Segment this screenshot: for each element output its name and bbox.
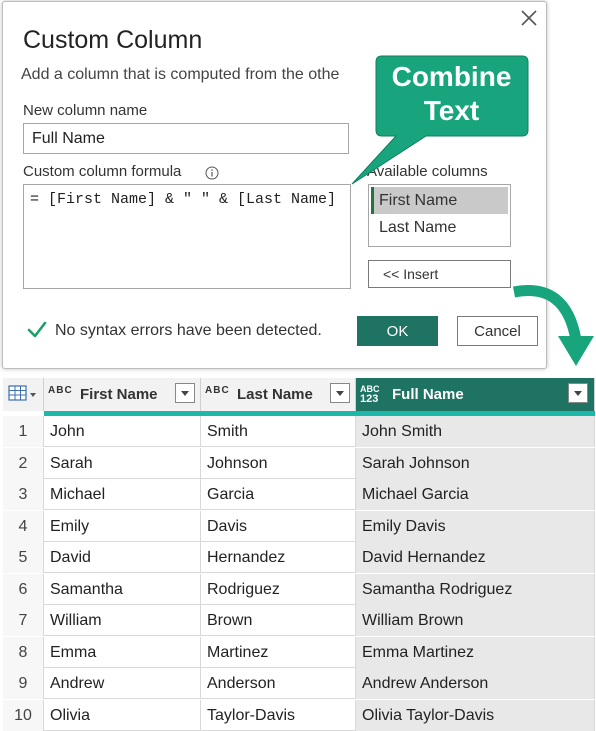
full-name-cell[interactable]: Michael Garcia — [356, 479, 595, 510]
row-number[interactable]: 9 — [3, 668, 44, 699]
table-row[interactable]: 4 Emily Davis Emily Davis — [3, 510, 595, 542]
full-name-cell[interactable]: Samantha Rodriguez — [356, 573, 595, 605]
table-row[interactable]: 2 Sarah Johnson Sarah Johnson — [3, 447, 595, 479]
last-name-cell[interactable]: Anderson — [201, 668, 356, 699]
formula-editor[interactable]: = [First Name] & " " & [Last Name] — [23, 184, 351, 289]
syntax-status: No syntax errors have been detected. — [55, 322, 322, 339]
column-header-label: Last Name — [237, 386, 313, 403]
new-column-name-input[interactable] — [23, 123, 349, 154]
column-header-first-name[interactable]: ABC First Name — [44, 378, 201, 411]
full-name-cell[interactable]: John Smith — [356, 416, 595, 447]
table-row[interactable]: 1 John Smith John Smith — [3, 416, 595, 447]
row-number[interactable]: 1 — [3, 416, 44, 447]
last-name-cell[interactable]: Smith — [201, 416, 356, 447]
dialog-title: Custom Column — [23, 26, 203, 54]
table-row[interactable]: 10 Olivia Taylor-Davis Olivia Taylor-Davis — [3, 699, 595, 731]
first-name-cell[interactable]: Sarah — [44, 447, 201, 479]
full-name-cell[interactable]: William Brown — [356, 605, 595, 636]
table-row[interactable]: 9 Andrew Anderson Andrew Anderson — [3, 668, 595, 699]
column-header-label: First Name — [80, 386, 158, 403]
custom-column-dialog: Custom Column Add a column that is compu… — [2, 1, 547, 369]
row-number[interactable]: 7 — [3, 605, 44, 636]
chevron-down-icon[interactable] — [568, 383, 588, 403]
last-name-cell[interactable]: Garcia — [201, 479, 356, 510]
last-name-cell[interactable]: Hernandez — [201, 542, 356, 573]
row-number[interactable]: 4 — [3, 510, 44, 542]
ok-button[interactable]: OK — [357, 316, 438, 346]
table-row[interactable]: 7 William Brown William Brown — [3, 605, 595, 636]
row-number[interactable]: 5 — [3, 542, 44, 573]
callout-line-2: Text — [423, 95, 480, 126]
text-type-icon: ABC — [48, 385, 73, 396]
row-number[interactable]: 2 — [3, 447, 44, 479]
last-name-cell[interactable]: Rodriguez — [201, 573, 356, 605]
available-columns-label: Available columns — [367, 163, 488, 180]
full-name-cell[interactable]: Emily Davis — [356, 510, 595, 542]
first-name-cell[interactable]: Olivia — [44, 699, 201, 731]
formula-label: Custom column formula — [23, 163, 182, 180]
text-type-icon: ABC — [205, 385, 230, 396]
new-column-label: New column name — [23, 102, 148, 119]
insert-button[interactable]: << Insert — [368, 260, 511, 288]
callout-label: Combine Text — [375, 60, 528, 128]
full-name-cell[interactable]: David Hernandez — [356, 542, 595, 573]
first-name-cell[interactable]: Emily — [44, 510, 201, 542]
table-row[interactable]: 5 David Hernandez David Hernandez — [3, 542, 595, 573]
any-type-icon: ABC 123 — [360, 384, 380, 405]
full-name-cell[interactable]: Olivia Taylor-Davis — [356, 699, 595, 731]
table-row[interactable]: 3 Michael Garcia Michael Garcia — [3, 479, 595, 510]
info-icon[interactable] — [205, 166, 219, 180]
row-number[interactable]: 10 — [3, 699, 44, 731]
last-name-cell[interactable]: Johnson — [201, 447, 356, 479]
close-icon[interactable] — [518, 7, 540, 29]
available-columns-list: First Name Last Name — [368, 184, 511, 247]
first-name-cell[interactable]: John — [44, 416, 201, 447]
full-name-cell[interactable]: Sarah Johnson — [356, 447, 595, 479]
first-name-cell[interactable]: Andrew — [44, 668, 201, 699]
available-column-last-name[interactable]: Last Name — [371, 214, 508, 241]
cancel-button[interactable]: Cancel — [457, 316, 538, 346]
first-name-cell[interactable]: Michael — [44, 479, 201, 510]
table-row[interactable]: 6 Samantha Rodriguez Samantha Rodriguez — [3, 573, 595, 605]
table-icon[interactable] — [3, 378, 44, 411]
dialog-subtitle: Add a column that is computed from the o… — [21, 66, 340, 83]
last-name-cell[interactable]: Davis — [201, 510, 356, 542]
table-menu-header[interactable] — [3, 378, 44, 411]
callout-line-1: Combine — [391, 61, 512, 92]
row-number[interactable]: 3 — [3, 479, 44, 510]
chevron-down-icon[interactable] — [330, 383, 350, 403]
last-name-cell[interactable]: Martinez — [201, 636, 356, 668]
full-name-cell[interactable]: Andrew Anderson — [356, 668, 595, 699]
chevron-down-icon[interactable] — [175, 383, 195, 403]
last-name-cell[interactable]: Taylor-Davis — [201, 699, 356, 731]
column-header-full-name[interactable]: ABC 123 Full Name — [356, 378, 595, 411]
column-header-label: Full Name — [392, 386, 464, 403]
column-header-last-name[interactable]: ABC Last Name — [201, 378, 356, 411]
row-number[interactable]: 8 — [3, 636, 44, 668]
row-number[interactable]: 6 — [3, 573, 44, 605]
first-name-cell[interactable]: William — [44, 605, 201, 636]
full-name-cell[interactable]: Emma Martinez — [356, 636, 595, 668]
first-name-cell[interactable]: Samantha — [44, 573, 201, 605]
first-name-cell[interactable]: David — [44, 542, 201, 573]
first-name-cell[interactable]: Emma — [44, 636, 201, 668]
table-row[interactable]: 8 Emma Martinez Emma Martinez — [3, 636, 595, 668]
check-icon — [27, 321, 47, 338]
available-column-first-name[interactable]: First Name — [371, 187, 508, 214]
last-name-cell[interactable]: Brown — [201, 605, 356, 636]
